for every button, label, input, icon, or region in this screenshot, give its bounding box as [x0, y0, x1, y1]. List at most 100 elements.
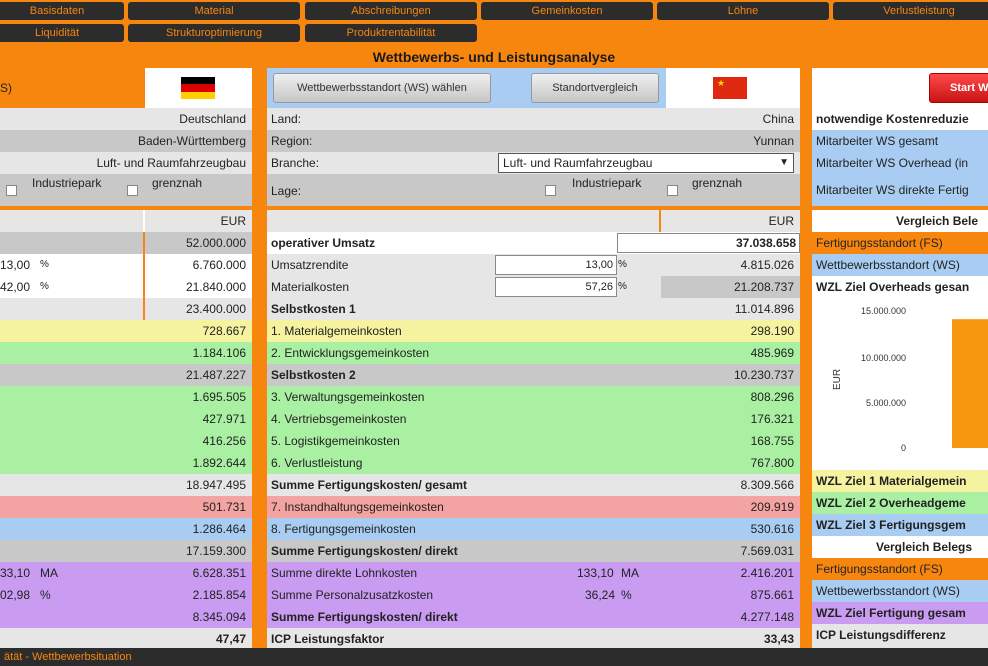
- mgk-value: 298.190: [750, 324, 794, 338]
- mgk-label: 1. Materialgemeinkosten: [271, 324, 402, 338]
- vl-value: 767.800: [750, 456, 794, 470]
- tab-strukturoptimierung[interactable]: Strukturoptimierung: [128, 24, 300, 42]
- industriepark-checkbox[interactable]: [6, 185, 17, 197]
- pz-label: Summe Personalzusatzkosten: [271, 588, 434, 602]
- tab-basisdaten[interactable]: Basisdaten: [0, 2, 124, 20]
- wzl2-label: WZL Ziel 2 Overheadgeme: [816, 496, 966, 510]
- pz-pct: 36,24: [585, 588, 616, 602]
- status-bar: ätät - Wettbewerbsituation: [0, 648, 988, 666]
- ws-industriepark-checkbox[interactable]: [545, 185, 556, 197]
- start-button[interactable]: Start W: [929, 73, 988, 103]
- ihgk-label: 7. Instandhaltungsgemeinkosten: [271, 500, 444, 514]
- kostenreduzierung-title: notwendige Kostenreduzie: [816, 112, 969, 126]
- umsatzrendite-label: Umsatzrendite: [271, 258, 349, 272]
- vtgk-value: 176.321: [750, 412, 794, 426]
- left-header: S): [0, 68, 143, 108]
- left-vtgk: 427.971: [202, 412, 246, 426]
- y-tick-label: 15.000.000: [861, 306, 906, 316]
- grenznah-label: grenznah: [152, 176, 203, 190]
- page-title: Wettbewerbs- und Leistungsanalyse: [372, 49, 616, 65]
- left-sfk-direkt2: 8.345.094: [192, 610, 246, 624]
- left-mat-pct: 42,00: [0, 280, 31, 294]
- sfk-label: Summe Fertigungskosten/ gesamt: [271, 478, 468, 492]
- tab-verlustleistung[interactable]: Verlustleistung: [833, 2, 988, 20]
- chevron-down-icon: ▼: [779, 157, 789, 168]
- left-branche: Luft- und Raumfahrzeugbau: [0, 152, 252, 174]
- land-value: China: [762, 112, 794, 126]
- ws-industriepark-label: Industriepark: [572, 176, 642, 190]
- egk-value: 485.969: [750, 346, 794, 360]
- vergleich-title-2: Vergleich Belegs: [876, 540, 973, 554]
- vergleich-title-1: Vergleich Bele: [896, 214, 979, 228]
- ur-sym: %: [618, 259, 627, 270]
- overhead-chart: 15.000.000 10.000.000 5.000.000 0 EUR: [812, 298, 988, 470]
- tab-produktrentabilitaet[interactable]: Produktrentabilität: [305, 24, 477, 42]
- left-lohn-ma: 33,10: [0, 566, 31, 580]
- china-flag-icon: ★: [713, 77, 747, 99]
- icp-label: ICP Leistungsfaktor: [271, 632, 385, 646]
- fgk-label: 8. Fertigungsgemeinkosten: [271, 522, 416, 536]
- left-egk: 1.184.106: [192, 346, 246, 360]
- left-ihgk: 501.731: [202, 500, 246, 514]
- left-pz-pct: 02,98: [0, 588, 31, 602]
- fs2-label: Fertigungsstandort (FS): [816, 562, 943, 576]
- region-value: Yunnan: [753, 134, 794, 148]
- sk2-label: Selbstkosten 2: [271, 368, 356, 382]
- umsatz-input[interactable]: 37.038.658: [617, 233, 800, 253]
- tab-abschreibungen[interactable]: Abschreibungen: [305, 2, 477, 20]
- materialkosten-value: 21.208.737: [661, 276, 800, 298]
- left-land: Deutschland: [0, 108, 252, 130]
- left-sk1: 23.400.000: [145, 298, 252, 320]
- vtgk-label: 4. Vertriebsgemeinkosten: [271, 412, 407, 426]
- lohn-label: Summe direkte Lohnkosten: [271, 566, 418, 580]
- materialkosten-input[interactable]: 57,26: [495, 277, 617, 297]
- y-tick-label: 0: [901, 443, 906, 453]
- tab-liquiditaet[interactable]: Liquidität: [0, 24, 124, 42]
- y-tick-label: 5.000.000: [866, 398, 906, 408]
- ma-ws-gesamt: Mitarbeiter WS gesamt: [816, 134, 939, 148]
- right-panel: Start W notwendige Kostenreduzie Mitarbe…: [812, 68, 988, 648]
- left-material: 21.840.000: [145, 276, 252, 298]
- sfkd2-value: 4.277.148: [740, 610, 794, 624]
- materialkosten-label: Materialkosten: [271, 280, 350, 294]
- wzl-overheads-label: WZL Ziel Overheads gesan: [816, 280, 970, 294]
- tab-gemeinkosten[interactable]: Gemeinkosten: [481, 2, 653, 20]
- icp-value: 33,43: [763, 632, 794, 646]
- ws-grenznah-label: grenznah: [692, 176, 743, 190]
- standortvergleich-button[interactable]: Standortvergleich: [531, 73, 659, 103]
- ws-grenznah-checkbox[interactable]: [667, 185, 678, 197]
- branche-select[interactable]: Luft- und Raumfahrzeugbau ▼: [498, 153, 794, 173]
- umsatzrendite-input[interactable]: 13,00: [495, 255, 617, 275]
- sk1-label: Selbstkosten 1: [271, 302, 356, 316]
- left-lohn-unit: MA: [40, 566, 58, 580]
- umsatzrendite-value: 4.815.026: [740, 258, 794, 272]
- left-currency: EUR: [145, 210, 252, 232]
- ws-label: Wettbewerbsstandort (WS): [816, 258, 960, 272]
- pz-value: 875.661: [750, 588, 794, 602]
- left-pz: 2.185.854: [192, 588, 246, 602]
- branche-label: Branche:: [271, 156, 320, 170]
- tab-loehne[interactable]: Löhne: [657, 2, 829, 20]
- grenznah-checkbox[interactable]: [127, 185, 138, 197]
- ma-ws-direkt: Mitarbeiter WS direkte Fertig: [816, 183, 969, 197]
- chart-bar: [952, 319, 988, 448]
- sfkd-value: 7.569.031: [740, 544, 794, 558]
- wzl1-label: WZL Ziel 1 Materialgemein: [816, 474, 967, 488]
- pz-unit: %: [621, 588, 632, 602]
- left-umsatz: 52.000.000: [145, 232, 252, 254]
- left-fgk: 1.286.464: [192, 522, 246, 536]
- lgk-value: 168.755: [750, 434, 794, 448]
- egk-label: 2. Entwicklungsgemeinkosten: [271, 346, 430, 360]
- left-vwgk: 1.695.505: [192, 390, 246, 404]
- sfk-value: 8.309.566: [740, 478, 794, 492]
- left-icp: 47,47: [215, 632, 246, 646]
- mk-sym: %: [618, 281, 627, 292]
- fs-label: Fertigungsstandort (FS): [816, 236, 943, 250]
- left-mat-sym: %: [40, 281, 49, 292]
- ws-waehlen-button[interactable]: Wettbewerbsstandort (WS) wählen: [273, 73, 491, 103]
- lage-label: Lage:: [271, 184, 302, 198]
- left-sk2: 21.487.227: [185, 368, 246, 382]
- tab-bar: Basisdaten Material Abschreibungen Gemei…: [0, 0, 988, 46]
- ihgk-value: 209.919: [750, 500, 794, 514]
- tab-material[interactable]: Material: [128, 2, 300, 20]
